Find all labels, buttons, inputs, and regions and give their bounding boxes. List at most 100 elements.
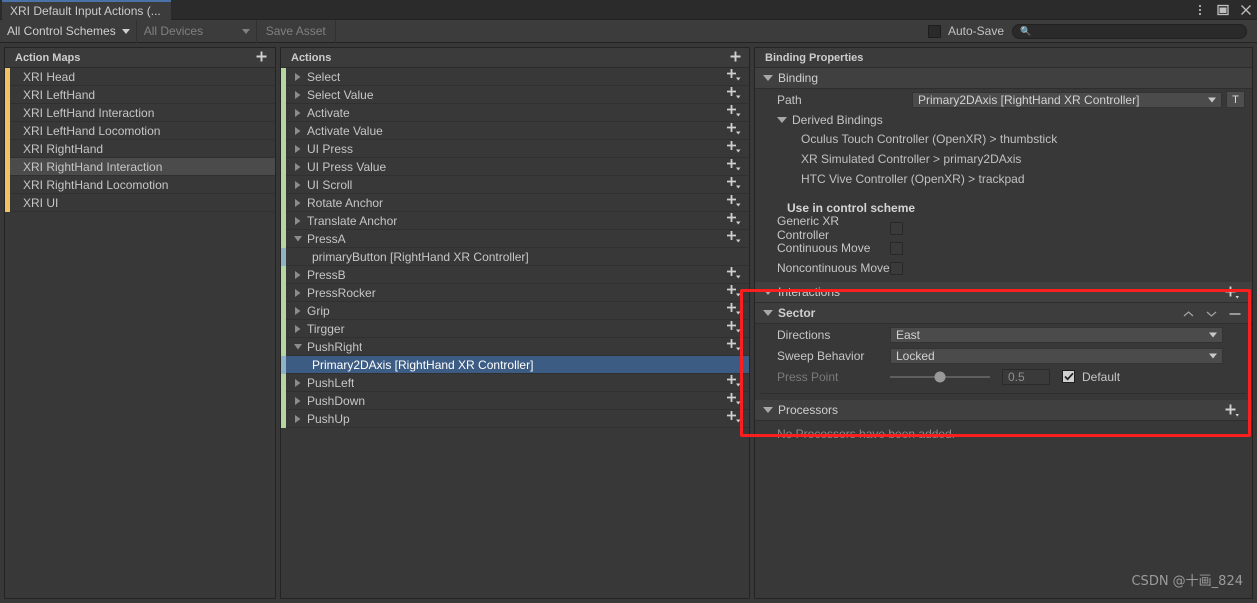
action-row[interactable]: Translate Anchor — [281, 211, 749, 230]
action-row[interactable]: Tirgger — [281, 319, 749, 338]
triangle-right-icon[interactable] — [292, 324, 303, 334]
auto-save-toggle[interactable]: Auto-Save — [927, 24, 1012, 38]
triangle-right-icon[interactable] — [292, 414, 303, 424]
action-maps-list[interactable]: XRI Head XRI LeftHand XRI LeftHand Interac… — [5, 68, 275, 598]
triangle-right-icon[interactable] — [292, 90, 303, 100]
processors-section-header[interactable]: Processors — [755, 400, 1252, 421]
action-map-row[interactable]: XRI RightHand — [5, 139, 275, 158]
action-row[interactable]: Grip — [281, 301, 749, 320]
action-row[interactable]: PushRight — [281, 337, 749, 356]
action-row[interactable]: PushDown — [281, 391, 749, 410]
search-input[interactable] — [1035, 24, 1226, 38]
add-action-map-button[interactable] — [255, 50, 268, 66]
add-binding-button[interactable] — [726, 194, 742, 212]
interaction-entry-header[interactable]: Sector — [755, 303, 1252, 324]
action-map-row[interactable]: XRI RightHand Interaction — [5, 157, 275, 176]
action-row[interactable]: Select Value — [281, 85, 749, 104]
add-binding-button[interactable] — [726, 176, 742, 194]
path-dropdown[interactable]: Primary2DAxis [RightHand XR Controller] — [912, 91, 1222, 108]
close-icon[interactable] — [1239, 3, 1253, 17]
path-text-mode-button[interactable]: T — [1226, 91, 1245, 108]
add-binding-button[interactable] — [726, 122, 742, 140]
control-scheme-row[interactable]: Continuous Move — [755, 238, 1252, 258]
add-binding-button[interactable] — [726, 410, 742, 428]
triangle-right-icon[interactable] — [292, 378, 303, 388]
derived-bindings-header[interactable]: Derived Bindings — [755, 110, 1252, 129]
add-processor-button[interactable] — [1224, 403, 1241, 419]
interactions-section-header[interactable]: Interactions — [755, 282, 1252, 303]
add-binding-button[interactable] — [726, 374, 742, 392]
action-map-row[interactable]: XRI LeftHand Interaction — [5, 103, 275, 122]
chevron-down-icon[interactable] — [1206, 310, 1217, 318]
auto-save-checkbox[interactable] — [927, 24, 941, 38]
chevron-up-icon[interactable] — [1183, 310, 1194, 318]
add-binding-button[interactable] — [726, 158, 742, 176]
action-map-row[interactable]: XRI RightHand Locomotion — [5, 175, 275, 194]
add-interaction-button[interactable] — [1224, 285, 1241, 301]
triangle-right-icon[interactable] — [292, 198, 303, 208]
kebab-menu-icon[interactable] — [1193, 3, 1207, 17]
triangle-right-icon[interactable] — [292, 108, 303, 118]
actions-list[interactable]: Select Select Value Activate Activate Value… — [281, 68, 749, 598]
action-row[interactable]: PressRocker — [281, 283, 749, 302]
remove-interaction-button[interactable] — [1229, 310, 1241, 318]
binding-section-header[interactable]: Binding — [755, 68, 1252, 89]
add-action-button[interactable] — [729, 50, 742, 66]
add-binding-button[interactable] — [726, 266, 742, 284]
triangle-right-icon[interactable] — [292, 162, 303, 172]
triangle-right-icon[interactable] — [292, 72, 303, 82]
action-map-row[interactable]: XRI LeftHand — [5, 85, 275, 104]
triangle-down-icon[interactable] — [292, 342, 303, 351]
interaction-field-dropdown[interactable]: Locked — [890, 347, 1223, 364]
devices-dropdown[interactable]: All Devices — [137, 19, 257, 43]
control-scheme-checkbox[interactable] — [890, 261, 903, 275]
control-scheme-checkbox[interactable] — [890, 241, 903, 255]
control-scheme-checkbox[interactable] — [890, 221, 903, 235]
action-row[interactable]: Rotate Anchor — [281, 193, 749, 212]
maximize-icon[interactable] — [1216, 3, 1230, 17]
action-row[interactable]: PushUp — [281, 409, 749, 428]
triangle-right-icon[interactable] — [292, 270, 303, 280]
triangle-right-icon[interactable] — [292, 306, 303, 316]
slider-knob[interactable] — [934, 371, 946, 382]
action-row[interactable]: Select — [281, 68, 749, 86]
triangle-right-icon[interactable] — [292, 396, 303, 406]
triangle-down-icon[interactable] — [292, 234, 303, 243]
action-map-row[interactable]: XRI UI — [5, 193, 275, 212]
interaction-field-dropdown[interactable]: East — [890, 326, 1223, 343]
press-point-value-field[interactable]: 0.5 — [1002, 368, 1050, 385]
control-schemes-dropdown[interactable]: All Control Schemes — [0, 19, 137, 43]
triangle-right-icon[interactable] — [292, 144, 303, 154]
add-binding-button[interactable] — [726, 212, 742, 230]
triangle-right-icon[interactable] — [292, 288, 303, 298]
action-row[interactable]: UI Scroll — [281, 175, 749, 194]
action-map-row[interactable]: XRI Head — [5, 68, 275, 86]
save-asset-button[interactable]: Save Asset — [257, 19, 336, 43]
action-row[interactable]: Activate Value — [281, 121, 749, 140]
triangle-right-icon[interactable] — [292, 180, 303, 190]
add-binding-button[interactable] — [726, 86, 742, 104]
action-row[interactable]: Activate — [281, 103, 749, 122]
add-binding-button[interactable] — [726, 104, 742, 122]
add-binding-button[interactable] — [726, 302, 742, 320]
action-row[interactable]: UI Press Value — [281, 157, 749, 176]
triangle-right-icon[interactable] — [292, 216, 303, 226]
add-binding-button[interactable] — [726, 68, 742, 86]
action-row[interactable]: PressB — [281, 265, 749, 284]
press-point-slider[interactable] — [890, 370, 990, 384]
action-row[interactable]: PressA — [281, 229, 749, 248]
action-row[interactable]: UI Press — [281, 139, 749, 158]
triangle-right-icon[interactable] — [292, 126, 303, 136]
action-row[interactable]: PushLeft — [281, 373, 749, 392]
add-binding-button[interactable] — [726, 284, 742, 302]
action-map-row[interactable]: XRI LeftHand Locomotion — [5, 121, 275, 140]
add-binding-button[interactable] — [726, 230, 742, 248]
binding-row[interactable]: primaryButton [RightHand XR Controller] — [281, 247, 749, 266]
tab-xri-default-input-actions[interactable]: XRI Default Input Actions (... — [2, 0, 171, 20]
add-binding-button[interactable] — [726, 140, 742, 158]
control-scheme-row[interactable]: Noncontinuous Move — [755, 258, 1252, 278]
control-scheme-row[interactable]: Generic XR Controller — [755, 214, 1252, 242]
press-point-default-checkbox[interactable] — [1062, 370, 1075, 383]
add-binding-button[interactable] — [726, 320, 742, 338]
search-field[interactable]: 🔍 — [1012, 23, 1247, 39]
